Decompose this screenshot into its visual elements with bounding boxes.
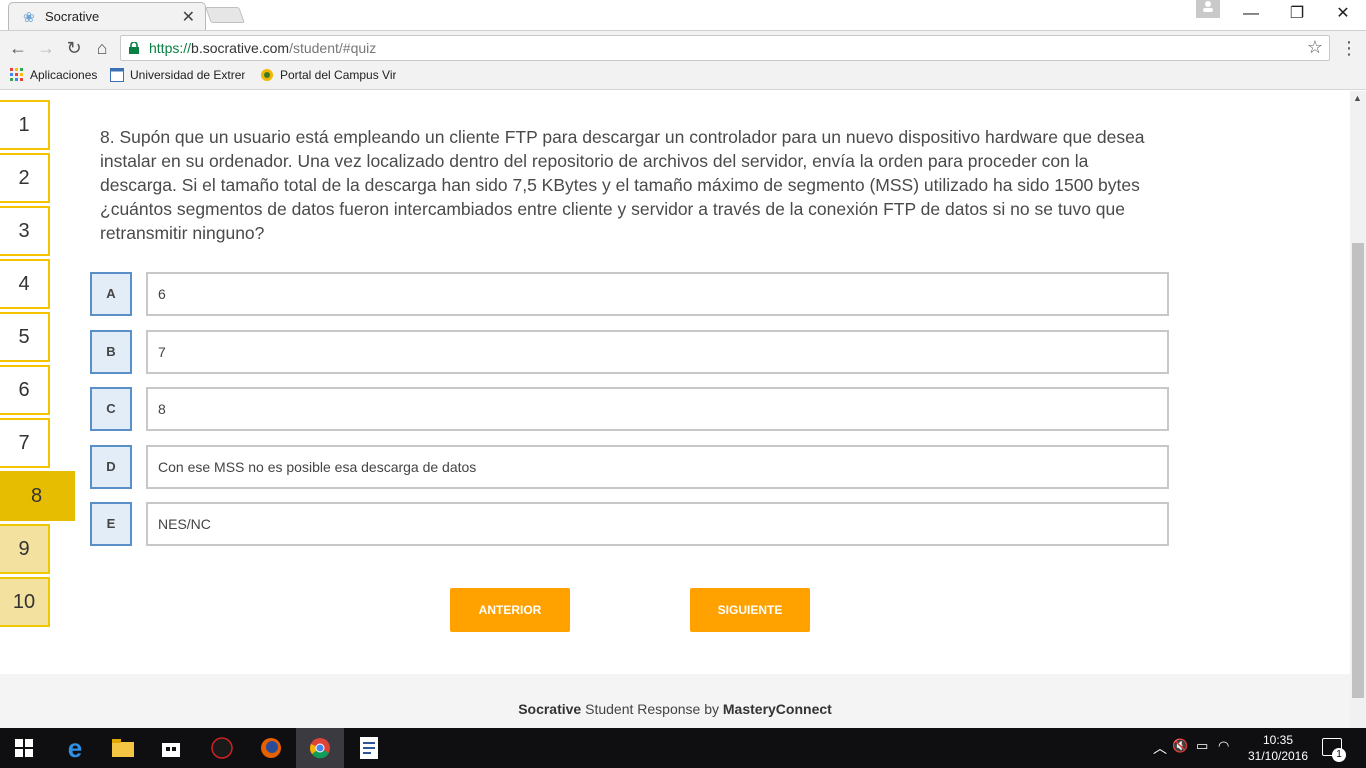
bookmark-campus-virtual[interactable]: Portal del Campus Vir (260, 68, 396, 82)
edge-browser-icon[interactable]: e (51, 728, 99, 768)
next-button[interactable]: SIGUIENTE (690, 588, 810, 632)
previous-button[interactable]: ANTERIOR (450, 588, 570, 632)
url-text: https://b.socrative.com/student/#quiz (149, 40, 377, 56)
asus-app-icon[interactable] (198, 728, 246, 768)
apps-grid-icon (10, 68, 24, 82)
windows-start-icon[interactable] (0, 728, 48, 768)
question-nav-item[interactable]: 9 (0, 524, 50, 574)
bookmark-label: Portal del Campus Vir (280, 68, 396, 82)
window-controls: — ❐ ✕ (1228, 0, 1366, 30)
notification-count-badge: 1 (1332, 748, 1346, 762)
address-bar[interactable]: https://b.socrative.com/student/#quiz ☆ (120, 35, 1330, 61)
question-nav-item[interactable]: 4 (0, 259, 50, 309)
footer-company[interactable]: MasteryConnect (723, 701, 832, 717)
browser-tab[interactable]: ❀ Socrative ✕ (8, 2, 206, 30)
question-nav-item[interactable]: 7 (0, 418, 50, 468)
scrollbar-thumb[interactable] (1352, 243, 1364, 698)
answer-text[interactable]: Con ese MSS no es posible esa descarga d… (146, 445, 1169, 489)
answer-letter[interactable]: E (90, 502, 132, 546)
question-nav-item[interactable]: 10 (0, 577, 50, 627)
answer-letter[interactable]: A (90, 272, 132, 316)
store-icon[interactable] (147, 728, 195, 768)
answer-letter[interactable]: D (90, 445, 132, 489)
profile-icon[interactable] (1196, 0, 1220, 18)
footer: Socrative Student Response by MasteryCon… (0, 674, 1350, 728)
close-window-button[interactable]: ✕ (1320, 0, 1366, 30)
volume-muted-icon[interactable]: 🔇 (1172, 738, 1188, 754)
tab-close-icon[interactable]: ✕ (182, 7, 195, 27)
answer-text[interactable]: 8 (146, 387, 1169, 431)
footer-text: Student Response by (581, 701, 723, 717)
question-nav-item[interactable]: 1 (0, 100, 50, 150)
back-arrow-icon[interactable]: ← (6, 36, 30, 60)
home-icon[interactable]: ⌂ (90, 36, 114, 60)
question-text: 8. Supón que un usuario está empleando u… (100, 127, 1145, 243)
tab-strip: ❀ Socrative ✕ — ❐ ✕ (0, 0, 1366, 30)
clock-time: 10:35 (1262, 733, 1294, 747)
bookmark-apps[interactable]: Aplicaciones (10, 68, 97, 82)
question-nav-item[interactable]: 2 (0, 153, 50, 203)
bookmarks-bar: Aplicaciones Universidad de Extrem Porta… (0, 64, 1366, 90)
socrative-favicon-icon: ❀ (23, 9, 35, 25)
quiz-page: 1 2 3 4 5 6 7 8 9 10 8. Supón que un usu… (0, 91, 1350, 728)
campus-logo-icon (260, 68, 274, 82)
clock-date: 31/10/2016 (1247, 749, 1309, 763)
answer-option-a[interactable]: A 6 (90, 272, 1170, 316)
answer-text[interactable]: NES/NC (146, 502, 1169, 546)
tab-title: Socrative (45, 9, 100, 24)
page-icon (110, 68, 124, 82)
lock-icon (129, 41, 139, 54)
page-scrollbar[interactable]: ▲ (1350, 91, 1366, 728)
question-nav-item[interactable]: 3 (0, 206, 50, 256)
question-nav-item[interactable]: 6 (0, 365, 50, 415)
bookmark-label: Universidad de Extrem (130, 68, 245, 82)
answer-option-b[interactable]: B 7 (90, 330, 1170, 374)
new-tab-button[interactable] (205, 7, 245, 23)
answer-option-d[interactable]: D Con ese MSS no es posible esa descarga… (90, 445, 1170, 489)
question-nav-item[interactable]: 5 (0, 312, 50, 362)
bookmark-universidad[interactable]: Universidad de Extrem (110, 68, 245, 82)
system-clock[interactable]: 10:35 31/10/2016 (1238, 732, 1318, 764)
answer-option-e[interactable]: E NES/NC (90, 502, 1170, 546)
wifi-icon[interactable]: ◠ (1218, 738, 1229, 754)
answer-text[interactable]: 6 (146, 272, 1169, 316)
browser-menu-icon[interactable]: ⋮ (1340, 37, 1358, 59)
footer-brand: Socrative (518, 701, 582, 717)
answer-letter[interactable]: B (90, 330, 132, 374)
firefox-icon[interactable] (247, 728, 295, 768)
file-explorer-icon[interactable] (99, 728, 147, 768)
browser-toolbar: ← → ↻ ⌂ https://b.socrative.com/student/… (0, 30, 1366, 64)
document-app-icon[interactable] (345, 728, 393, 768)
question-nav-item-current[interactable]: 8 (0, 471, 75, 521)
bookmark-star-icon[interactable]: ☆ (1307, 37, 1323, 58)
answer-text[interactable]: 7 (146, 330, 1169, 374)
forward-arrow-icon[interactable]: → (34, 36, 58, 60)
answer-option-c[interactable]: C 8 (90, 387, 1170, 431)
battery-icon[interactable]: ▭ (1196, 738, 1208, 754)
chrome-icon[interactable] (296, 728, 344, 768)
windows-taskbar: e ︿ 🔇 ▭ ◠ 10:35 31/10/2016 1 (0, 728, 1366, 768)
reload-icon[interactable]: ↻ (62, 36, 86, 60)
tray-overflow-icon[interactable]: ︿ (1153, 738, 1167, 758)
maximize-button[interactable]: ❐ (1274, 0, 1320, 30)
scroll-up-icon[interactable]: ▲ (1353, 93, 1362, 103)
bookmark-label: Aplicaciones (30, 68, 98, 82)
minimize-button[interactable]: — (1228, 0, 1274, 30)
answer-letter[interactable]: C (90, 387, 132, 431)
